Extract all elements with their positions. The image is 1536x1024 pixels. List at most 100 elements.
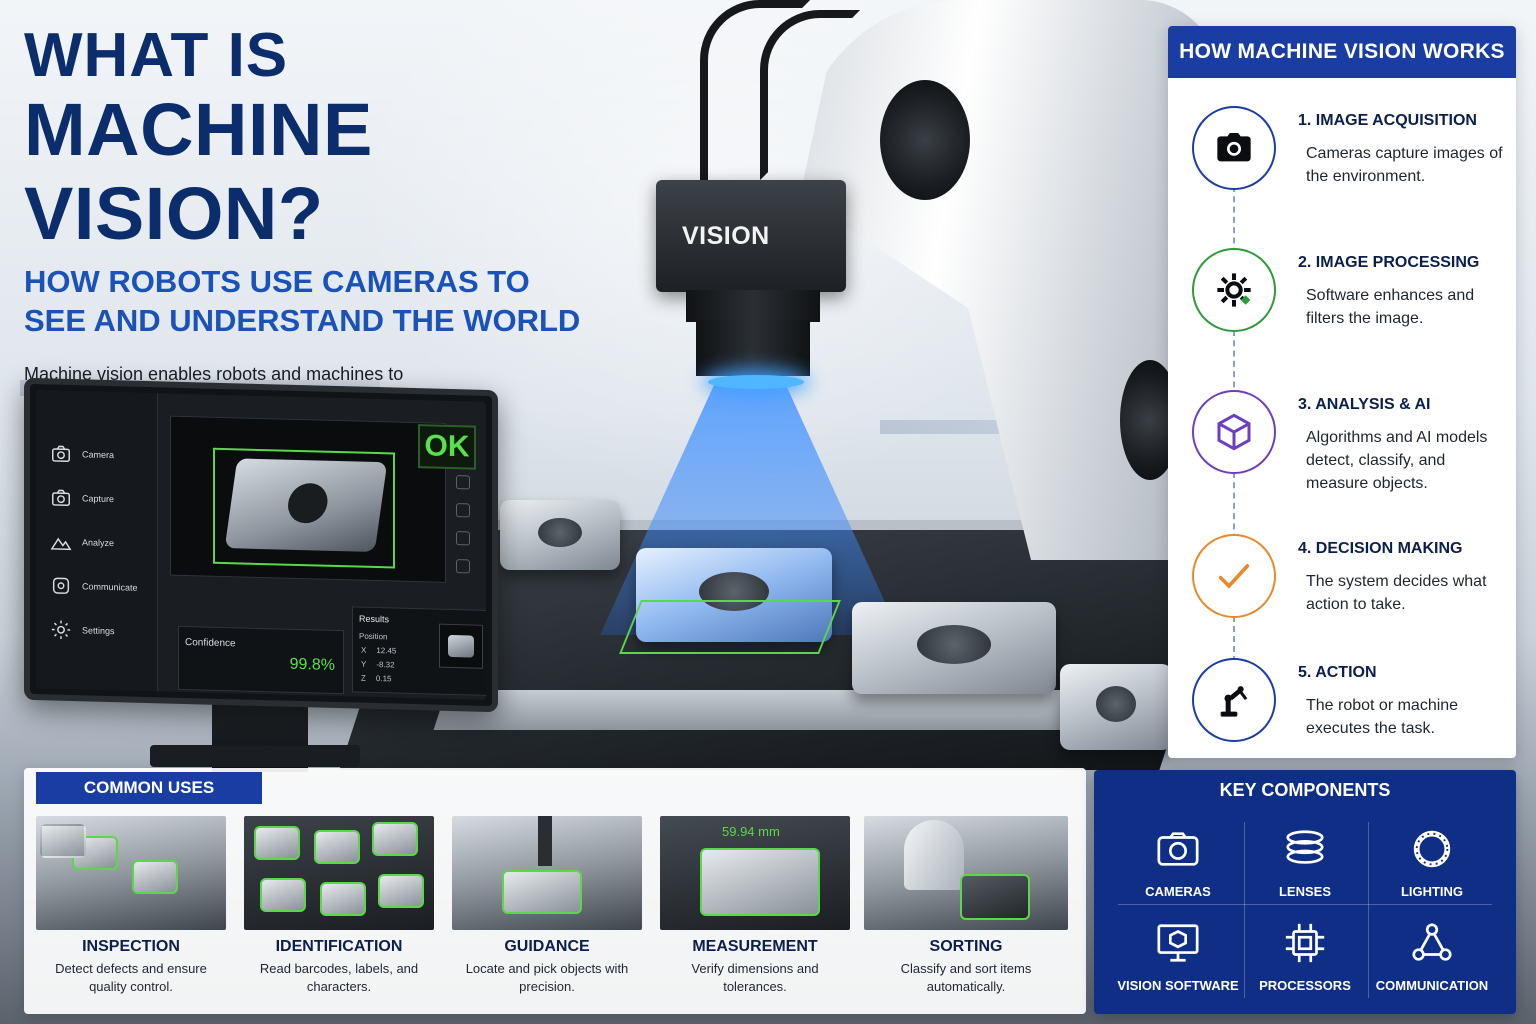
tool-button[interactable] — [456, 475, 470, 490]
step-analysis-ai: 3. ANALYSIS & AI Algorithms and AI model… — [1192, 390, 1502, 492]
identification-image — [244, 816, 434, 930]
step-title: 3. ANALYSIS & AI — [1298, 396, 1431, 413]
use-card-inspection: INSPECTION Detect defects and ensure qua… — [36, 816, 226, 1000]
metal-part — [852, 602, 1056, 694]
confidence-panel: Confidence 99.8% — [178, 625, 344, 695]
camera-viewport — [170, 415, 446, 583]
component-label: VISION SOFTWARE — [1117, 978, 1239, 993]
sidebar-item-settings[interactable]: Settings — [50, 618, 115, 642]
camera-icon — [52, 445, 70, 462]
monitor-sidebar: Camera Capture Analyze Communicate Setti… — [36, 390, 158, 692]
tool-button[interactable] — [456, 503, 470, 518]
camera-lens — [696, 320, 810, 376]
component-lenses: LENSES — [1242, 826, 1368, 916]
identified-part — [372, 822, 418, 856]
chat-icon — [52, 577, 70, 594]
step-icon-circle — [1192, 248, 1276, 332]
gear-icon — [1217, 273, 1251, 307]
step-image-processing: 2. IMAGE PROCESSING Software enhances an… — [1192, 248, 1502, 348]
camera-lens — [686, 290, 820, 322]
use-description: Detect defects and ensure quality contro… — [55, 961, 207, 994]
component-label: COMMUNICATION — [1375, 978, 1489, 993]
component-label: LIGHTING — [1400, 884, 1464, 899]
identified-part — [260, 878, 306, 912]
step-description: The system decides what action to take. — [1306, 573, 1487, 613]
inspected-part — [132, 860, 178, 894]
component-cameras: CAMERAS — [1115, 826, 1241, 916]
ring-light — [708, 375, 804, 389]
axis-value: 12.45 — [376, 646, 397, 656]
inspection-image — [36, 816, 226, 930]
use-description: Read barcodes, labels, and characters. — [259, 961, 419, 994]
step-decision-making: 4. DECISION MAKING The system decides wh… — [1192, 534, 1502, 634]
use-description: Classify and sort items automatically. — [900, 961, 1032, 994]
identified-part — [378, 874, 424, 908]
target-part — [502, 870, 582, 914]
use-title: GUIDANCE — [504, 938, 590, 955]
robot-arm — [904, 820, 964, 890]
step-icon-circle — [1192, 390, 1276, 474]
page-title-line2: MACHINE VISION? — [24, 88, 373, 255]
sidebar-item-capture[interactable]: Capture — [50, 486, 114, 510]
key-components-heading: KEY COMPONENTS — [1219, 780, 1391, 800]
common-uses-heading: COMMON USES — [36, 772, 262, 804]
step-image-acquisition: 1. IMAGE ACQUISITION Cameras capture ima… — [1192, 106, 1503, 206]
tool-button[interactable] — [456, 531, 470, 546]
robot-joint — [880, 80, 970, 200]
sidebar-item-camera[interactable]: Camera — [50, 442, 114, 466]
confidence-value: 99.8% — [289, 655, 335, 674]
axis-value: 0.15 — [375, 674, 392, 684]
status-badge: OK — [418, 424, 476, 470]
camera-icon — [1157, 832, 1199, 866]
detection-box — [619, 600, 841, 654]
monitor-cube-icon — [1157, 924, 1199, 962]
results-title: Results — [359, 613, 390, 625]
step-title: 2. IMAGE PROCESSING — [1298, 254, 1480, 271]
measured-part — [700, 848, 820, 916]
monitor-screen: Camera Capture Analyze Communicate Setti… — [36, 390, 486, 700]
sidebar-item-label: Communicate — [82, 581, 138, 593]
detection-box — [213, 447, 395, 569]
axis-label: Y — [361, 659, 367, 669]
guidance-image — [452, 816, 642, 930]
component-label: CAMERAS — [1145, 884, 1211, 899]
gripper-arm — [538, 816, 552, 866]
step-description: Algorithms and AI models detect, classif… — [1306, 429, 1488, 492]
step-description: Cameras capture images of the environmen… — [1306, 145, 1503, 185]
sidebar-item-label: Settings — [82, 625, 115, 637]
step-icon-circle — [1192, 106, 1276, 190]
use-title: IDENTIFICATION — [275, 938, 403, 955]
vision-camera: VISION — [656, 180, 846, 292]
component-vision-software: VISION SOFTWARE — [1115, 920, 1241, 1010]
measurement-image: 59.94 mm — [660, 816, 850, 930]
sidebar-item-communicate[interactable]: Communicate — [50, 574, 138, 598]
viewport-toolbar — [448, 475, 478, 596]
network-icon — [1412, 923, 1452, 961]
how-it-works-heading: HOW MACHINE VISION WORKS — [1168, 26, 1516, 78]
use-title: INSPECTION — [82, 938, 180, 955]
key-components-panel: KEY COMPONENTS CAMERAS LENSES LIGHTING V… — [1094, 770, 1516, 1014]
identified-part — [314, 830, 360, 864]
sidebar-item-label: Camera — [82, 449, 115, 461]
sidebar-item-label: Analyze — [82, 537, 115, 549]
camera-icon — [52, 489, 70, 506]
ring-light-icon — [1413, 830, 1451, 868]
use-card-guidance: GUIDANCE Locate and pick objects with pr… — [452, 816, 642, 1000]
component-label: PROCESSORS — [1259, 978, 1351, 993]
position-row-y: Y -8.32 — [361, 660, 395, 670]
measurement-overlay: 59.94 mm — [722, 824, 780, 839]
use-card-measurement: 59.94 mm MEASUREMENT Verify dimensions a… — [660, 816, 850, 1000]
sidebar-item-analyze[interactable]: Analyze — [50, 530, 114, 554]
step-title: 1. IMAGE ACQUISITION — [1298, 112, 1477, 129]
identified-part — [254, 826, 300, 860]
sidebar-item-label: Capture — [82, 493, 115, 505]
axis-label: X — [361, 645, 367, 655]
component-label: LENSES — [1278, 884, 1331, 899]
step-description: The robot or machine executes the task. — [1306, 697, 1459, 737]
lens-stack-icon — [1286, 830, 1324, 864]
monitor-base — [150, 745, 360, 767]
tool-button[interactable] — [456, 559, 470, 574]
camera-label: VISION — [682, 221, 770, 250]
step-icon-circle — [1192, 534, 1276, 618]
vision-monitor: Camera Capture Analyze Communicate Setti… — [24, 377, 498, 713]
